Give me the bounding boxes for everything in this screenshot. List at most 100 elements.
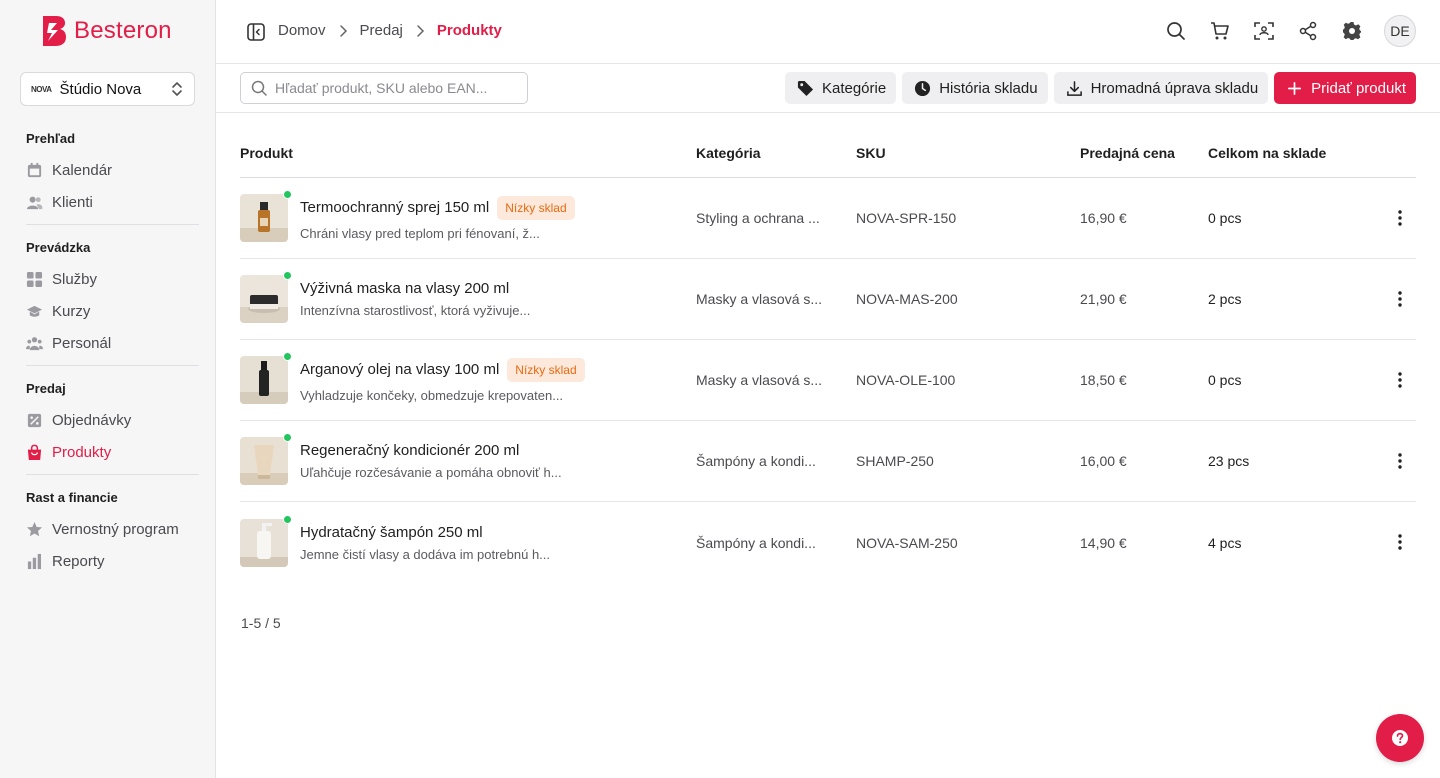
sidebar-item-courses[interactable]: Kurzy (26, 299, 90, 323)
spray-bottle-image (240, 194, 288, 242)
chevron-right-icon (339, 24, 347, 37)
product-thumbnail (240, 271, 292, 323)
sidebar-item-label: Klienti (52, 193, 93, 211)
product-price: 16,00 € (1080, 453, 1127, 469)
brand-logo[interactable]: Besteron (40, 14, 172, 48)
product-category: Masky a vlasová s... (696, 372, 823, 388)
plus-icon (1288, 81, 1302, 95)
products-toolbar: Kategórie História skladu Hromadná úprav… (216, 64, 1440, 113)
table-row[interactable]: Arganový olej na vlasy 100 ml Nízky skla… (240, 340, 1416, 421)
product-name[interactable]: Arganový olej na vlasy 100 ml (300, 361, 499, 378)
calendar-icon (27, 162, 42, 177)
chevron-up-down-icon (172, 82, 182, 96)
orders-icon (27, 413, 42, 427)
nav-section-growth: Rast a financie (26, 490, 118, 505)
product-description: Chráni vlasy pred teplom pri fénovaní, ž… (300, 225, 540, 241)
table-row[interactable]: Hydratačný šampón 250 ml Jemne čistí vla… (240, 502, 1416, 583)
product-name[interactable]: Hydratačný šampón 250 ml (300, 524, 483, 541)
cart-icon (1211, 22, 1229, 40)
pump-bottle-image (240, 518, 288, 567)
share-button[interactable] (1296, 19, 1320, 43)
product-description: Jemne čistí vlasy a dodáva im potrebnú h… (300, 546, 551, 562)
more-vertical-icon[interactable] (1392, 451, 1408, 471)
sidebar-item-loyalty[interactable]: Vernostný program (26, 517, 179, 541)
brand-name: Besteron (74, 17, 172, 44)
more-vertical-icon[interactable] (1392, 532, 1408, 552)
search-icon (251, 80, 267, 96)
column-product[interactable]: Produkt (240, 145, 696, 161)
categories-button[interactable]: Kategórie (784, 72, 897, 104)
more-vertical-icon[interactable] (1392, 289, 1408, 309)
clock-icon (915, 80, 931, 96)
bulk-stock-edit-label: Hromadná úprava skladu (1090, 79, 1259, 97)
gear-icon (1343, 22, 1361, 40)
search-icon (1167, 22, 1185, 40)
topbar-actions: DE (1164, 15, 1416, 47)
product-category: Šampóny a kondi... (696, 534, 816, 551)
product-name[interactable]: Termoochranný sprej 150 ml (300, 199, 489, 216)
add-product-label: Pridať produkt (1311, 79, 1406, 97)
column-category[interactable]: Kategória (696, 145, 856, 161)
product-cell: Výživná maska na vlasy 200 ml Intenzívna… (240, 271, 696, 323)
settings-button[interactable] (1340, 19, 1364, 43)
product-name[interactable]: Výživná maska na vlasy 200 ml (300, 280, 509, 297)
sidebar-item-products[interactable]: Produkty (26, 440, 111, 464)
stock-history-button[interactable]: História skladu (902, 72, 1048, 104)
add-product-button[interactable]: Pridať produkt (1274, 72, 1416, 104)
sidebar-item-staff[interactable]: Personál (26, 331, 111, 355)
breadcrumb-home[interactable]: Domov (278, 22, 326, 39)
cart-button[interactable] (1208, 19, 1232, 43)
help-icon (1392, 730, 1408, 746)
sidebar-toggle-icon[interactable] (246, 22, 266, 42)
product-cell: Regeneračný kondicionér 200 ml Uľahčuje … (240, 433, 696, 485)
help-button[interactable] (1376, 714, 1424, 762)
sidebar-item-label: Reporty (52, 552, 105, 570)
product-price: 18,50 € (1080, 372, 1127, 388)
product-category: Masky a vlasová s... (696, 291, 823, 307)
products-table: Produkt Kategória SKU Predajná cena Celk… (240, 128, 1416, 583)
sidebar-item-reports[interactable]: Reporty (26, 549, 105, 573)
sidebar-item-calendar[interactable]: Kalendár (26, 158, 112, 182)
star-icon (26, 521, 43, 536)
breadcrumb: Domov Predaj Produkty (278, 22, 502, 39)
status-dot (283, 271, 292, 280)
product-name[interactable]: Regeneračný kondicionér 200 ml (300, 442, 519, 459)
sidebar-item-clients[interactable]: Klienti (26, 190, 93, 214)
sidebar-item-orders[interactable]: Objednávky (26, 408, 131, 432)
product-sku: NOVA-SPR-150 (856, 210, 957, 226)
grid-icon (26, 271, 43, 287)
bar-chart-icon (27, 553, 42, 569)
low-stock-badge: Nízky sklad (507, 357, 585, 382)
breadcrumb-sales[interactable]: Predaj (360, 22, 403, 39)
column-stock[interactable]: Celkom na sklade (1208, 145, 1388, 161)
bulk-stock-edit-button[interactable]: Hromadná úprava skladu (1053, 72, 1269, 104)
share-icon (1299, 21, 1317, 41)
tube-image (240, 437, 288, 485)
product-search[interactable] (240, 72, 528, 104)
column-price[interactable]: Predajná cena (1080, 145, 1208, 161)
sidebar-item-label: Vernostný program (52, 520, 179, 538)
search-input[interactable] (275, 80, 515, 96)
table-row[interactable]: Regeneračný kondicionér 200 ml Uľahčuje … (240, 421, 1416, 502)
nav-section-sales: Predaj (26, 381, 66, 396)
search-button[interactable] (1164, 19, 1188, 43)
scan-button[interactable] (1252, 19, 1276, 43)
table-row[interactable]: Výživná maska na vlasy 200 ml Intenzívna… (240, 259, 1416, 340)
tag-icon (797, 80, 814, 96)
jar-image (240, 275, 288, 323)
sidebar-item-services[interactable]: Služby (26, 267, 97, 291)
column-sku[interactable]: SKU (856, 145, 1080, 161)
product-thumbnail (240, 352, 292, 404)
table-row[interactable]: Termoochranný sprej 150 ml Nízky sklad C… (240, 178, 1416, 259)
more-vertical-icon[interactable] (1392, 208, 1408, 228)
breadcrumb-current: Produkty (436, 22, 502, 39)
product-thumbnail (240, 190, 292, 242)
studio-selector[interactable]: NOVA Štúdio Nova (20, 72, 195, 106)
product-stock: 4 pcs (1208, 534, 1242, 551)
nav-divider (26, 474, 199, 475)
toolbar-actions: Kategórie História skladu Hromadná úprav… (784, 72, 1416, 104)
low-stock-badge: Nízky sklad (497, 195, 575, 220)
user-avatar[interactable]: DE (1384, 15, 1416, 47)
more-vertical-icon[interactable] (1392, 370, 1408, 390)
sidebar-item-label: Služby (52, 270, 98, 288)
